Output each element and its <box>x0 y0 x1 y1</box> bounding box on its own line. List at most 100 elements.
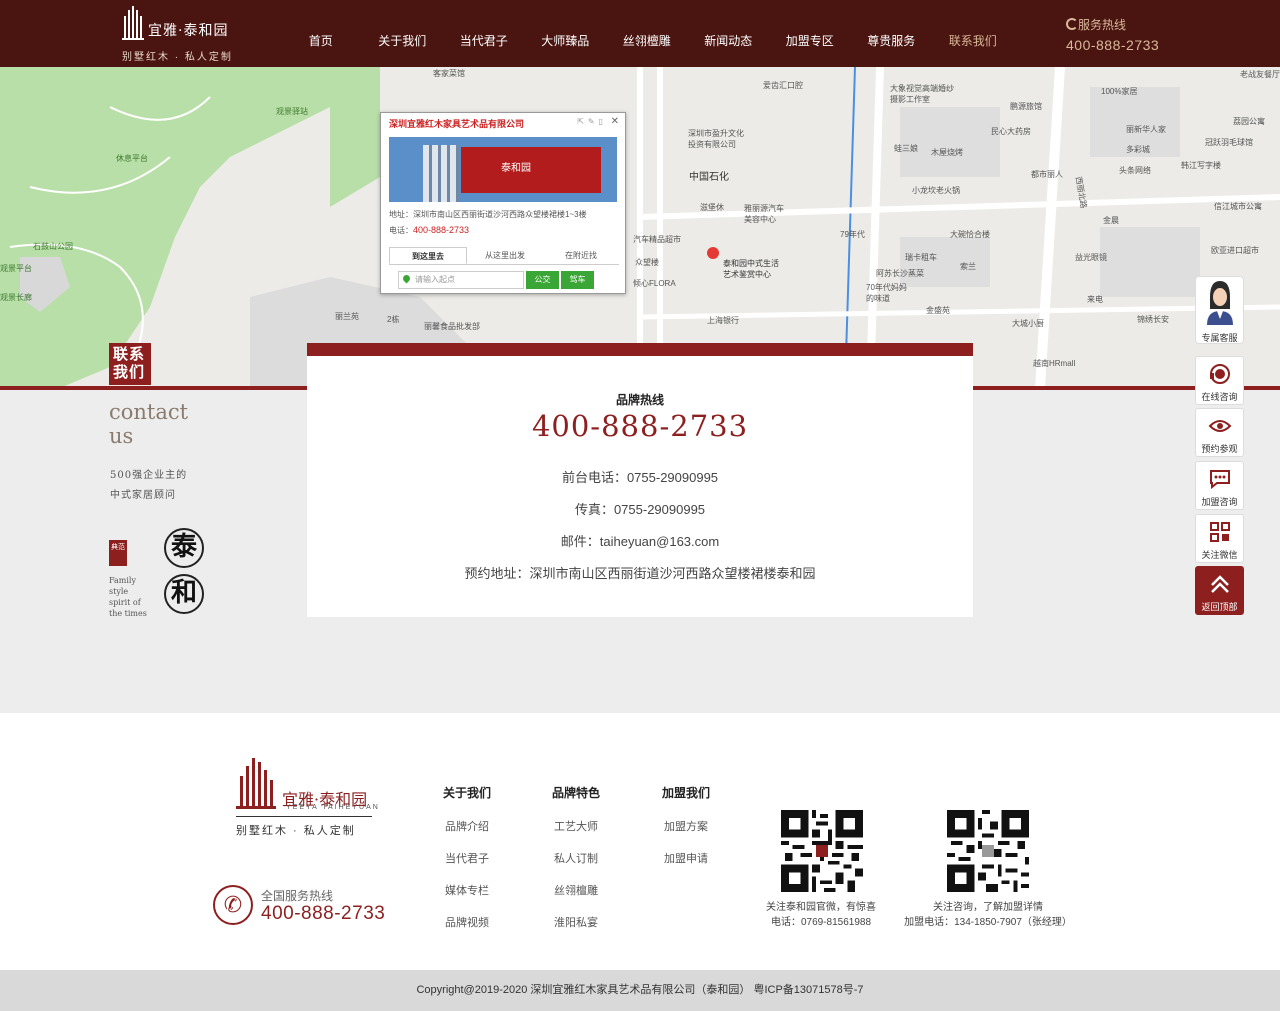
map-label: 益光眼镜 <box>1075 253 1107 262</box>
logo-name: 宜雅·泰和园 <box>148 23 229 39</box>
front-desk-phone: 前台电话：0755-29090995 <box>561 470 719 485</box>
map-label: 荔园公寓 <box>1233 117 1265 126</box>
footer-link[interactable]: 淮阳私宴 <box>536 917 616 949</box>
footer-logo[interactable]: 宜雅·泰和园 YEEYA TAIHEYUAN 别墅红木 · 私人定制 <box>236 758 378 838</box>
header: 宜雅·泰和园 别墅红木 · 私人定制 首页 关于我们 当代君子 大师臻品 丝翎檀… <box>0 0 1280 67</box>
online-consult-button[interactable]: 在线咨询 <box>1195 356 1244 405</box>
tab-start-here[interactable]: 从这里出发 <box>467 247 543 264</box>
map-label: 韩江写字楼 <box>1181 161 1221 170</box>
qr2-caption: 关注咨询，了解加盟详情 加盟电话：134-1850-7907（张经理） <box>904 902 1072 928</box>
contact-tag: 联系我们 <box>109 343 151 385</box>
online-consult-label: 在线咨询 <box>1201 392 1238 402</box>
back-to-top-button[interactable]: 返回顶部 <box>1195 566 1244 615</box>
popup-phone: 电话：400-888-2733 <box>389 225 470 235</box>
popup-tools[interactable]: ⇱✎▯ <box>577 117 607 126</box>
map-label: 大象视觉高端婚纱摄影工作室 <box>890 84 954 104</box>
card-header-bar <box>307 343 973 356</box>
email-address[interactable]: 邮件：taiheyuan@163.com <box>307 531 973 550</box>
logo[interactable]: 宜雅·泰和园 别墅红木 · 私人定制 <box>120 6 231 63</box>
chat-icon <box>1210 470 1230 490</box>
drive-button[interactable]: 驾车 <box>561 271 594 289</box>
map-label: 丽馨食品批发部 <box>424 322 480 331</box>
fax-number: 传真：0755-29090995 <box>574 502 706 517</box>
map-label: 客家菜馆 <box>433 69 465 78</box>
book-visit-label: 预约参观 <box>1201 444 1238 454</box>
footer-link[interactable]: 私人订制 <box>536 853 616 885</box>
footer-hotline-number[interactable]: 400-888-2733 <box>261 903 385 925</box>
footer-link[interactable]: 品牌介绍 <box>427 821 507 853</box>
map-label: 瑞卡租车 <box>905 253 937 262</box>
map-label: 头条网络 <box>1119 166 1151 175</box>
footer-col-title: 品牌特色 <box>551 786 600 800</box>
map-label: 阿苏长沙蒸菜 <box>876 269 924 278</box>
route-start-input[interactable]: 请输入起点 <box>398 271 524 289</box>
map-label: 蛙三娘 <box>894 144 918 153</box>
franchise-consult-button[interactable]: 加盟咨询 <box>1195 461 1244 510</box>
map-label: 上海银行 <box>707 316 739 325</box>
map-label: 70年代妈妈的味道 <box>866 283 907 303</box>
nav-carving[interactable]: 丝翎檀雕 <box>606 0 688 67</box>
main-nav: 首页 关于我们 当代君子 大师臻品 丝翎檀雕 新闻动态 加盟专区 尊贵服务 联系… <box>280 0 1014 67</box>
book-visit-button[interactable]: 预约参观 <box>1195 408 1244 457</box>
family-motto: Family style spirit of the times <box>109 576 147 618</box>
map-label: 丽兰苑 <box>335 312 359 321</box>
map-label: 鹏源旅馆 <box>1010 102 1042 111</box>
nav-gentleman[interactable]: 当代君子 <box>443 0 525 67</box>
map-label: 众望楼 <box>635 258 659 267</box>
franchise-consult-label: 加盟咨询 <box>1201 497 1238 507</box>
copyright: Copyright@2019-2020 深圳宜雅红木家具艺术品有限公司（泰和园）… <box>0 970 1280 1011</box>
storefront-sign: 泰和园 <box>501 163 531 174</box>
footer-link[interactable]: 工艺大师 <box>536 821 616 853</box>
map-label: 信江城市公寓 <box>1214 202 1262 211</box>
popup-address: 地址：深圳市南山区西丽街道沙河西路众望楼裙楼1~3楼 <box>389 210 587 219</box>
follow-wechat-button[interactable]: 关注微信 <box>1195 514 1244 563</box>
map-label: 金晨 <box>1103 216 1119 225</box>
phone-icon: ✆ <box>213 885 253 925</box>
calligraphy-tai: 泰 <box>164 528 204 568</box>
footer-link[interactable]: 加盟方案 <box>646 821 726 853</box>
footer-col-title: 加盟我们 <box>661 786 710 800</box>
map-label: 大碗恰合楼 <box>950 230 990 239</box>
map-label: 79年代 <box>840 230 865 239</box>
nav-franchise[interactable]: 加盟专区 <box>769 0 851 67</box>
nav-news[interactable]: 新闻动态 <box>688 0 770 67</box>
map-label: 观景长廊 <box>0 293 32 302</box>
nav-contact[interactable]: 联系我们 <box>932 0 1014 67</box>
contact-english-title: contact us <box>109 400 189 448</box>
footer-link[interactable]: 加盟申请 <box>646 853 726 885</box>
qr-code-icon <box>1210 522 1230 542</box>
map-label: 汽车精品超市 <box>633 235 681 244</box>
footer-link[interactable]: 当代君子 <box>427 853 507 885</box>
calligraphy-he: 和 <box>164 574 204 614</box>
footer-logo-en: YEEYA TAIHEYUAN <box>286 804 380 811</box>
footer-link[interactable]: 品牌视频 <box>427 917 507 949</box>
footer-col-features: 品牌特色 工艺大师 私人订制 丝翎檀雕 淮阳私宴 <box>536 784 616 949</box>
map-label: 观景平台 <box>0 264 32 273</box>
bus-button[interactable]: 公交 <box>526 271 559 289</box>
wechat-qr-code <box>781 810 863 892</box>
nav-service[interactable]: 尊贵服务 <box>851 0 933 67</box>
follow-wechat-label: 关注微信 <box>1201 550 1238 560</box>
map-label: 越南HRmall <box>1033 359 1076 368</box>
footer-logo-mark-icon <box>236 758 276 809</box>
brand-hotline-label: 品牌热线 <box>615 393 664 407</box>
map-label: 100%家居 <box>1101 87 1138 96</box>
hotline-number[interactable]: 400-888-2733 <box>1066 37 1159 53</box>
footer-link[interactable]: 丝翎檀雕 <box>536 885 616 917</box>
nav-master-works[interactable]: 大师臻品 <box>525 0 607 67</box>
nav-about[interactable]: 关于我们 <box>362 0 444 67</box>
tab-nearby[interactable]: 在附近找 <box>543 247 619 264</box>
location-map[interactable]: 客家菜馆 观景驿站 休息平台 石鼓山公园 观景平台 观景长廊 丽兰苑 2栋 丽馨… <box>0 67 1280 388</box>
map-label: 锦绣长安 <box>1137 315 1169 324</box>
map-label: 滋堡休 <box>700 203 724 212</box>
dedicated-advisor-button[interactable]: 专属客服 <box>1195 276 1244 344</box>
tab-go-here[interactable]: 到这里去 <box>389 247 467 264</box>
footer-link[interactable]: 媒体专栏 <box>427 885 507 917</box>
close-icon[interactable]: ✕ <box>611 116 619 127</box>
map-info-popup: 深圳宜雅红木家具艺术品有限公司 ⇱✎▯ ✕ 泰和园 地址：深圳市南山区西丽街道沙… <box>380 112 626 294</box>
contact-slogan: 500强企业主的 中式家居顾问 <box>110 470 188 501</box>
contact-card: 品牌热线 400-888-2733 前台电话：0755-29090995 传真：… <box>307 343 973 617</box>
nav-home[interactable]: 首页 <box>280 0 362 67</box>
map-label: 倾心FLORA <box>633 279 676 288</box>
double-chevron-up-icon <box>1211 575 1229 593</box>
